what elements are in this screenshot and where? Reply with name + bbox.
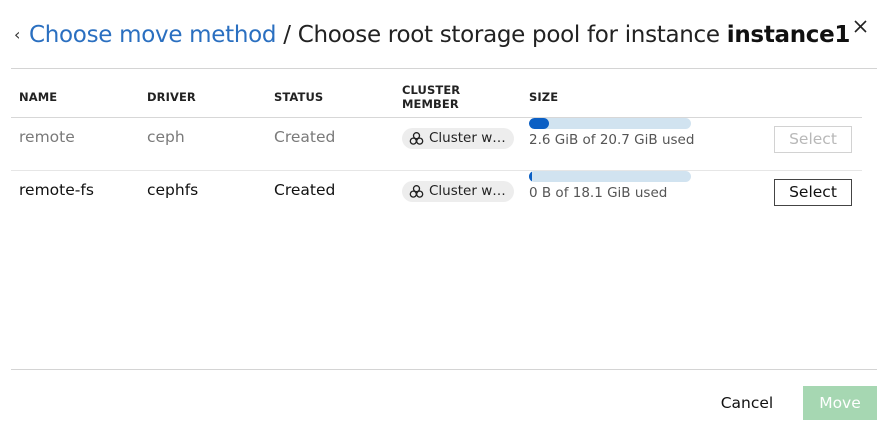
pool-status-cell: Created <box>266 117 394 171</box>
title-separator: / <box>283 22 291 48</box>
usage-meter <box>529 117 691 129</box>
size-text: 2.6 GiB of 20.7 GiB used <box>529 131 695 148</box>
cluster-member-cell: Cluster wide <box>394 170 521 223</box>
close-icon[interactable] <box>850 16 872 38</box>
move-button[interactable]: Move <box>803 386 877 420</box>
size-text: 0 B of 18.1 GiB used <box>529 184 668 201</box>
column-header-status: STATUS <box>266 78 394 118</box>
pool-size-cell: 2.6 GiB of 20.7 GiB used <box>521 117 766 171</box>
cluster-member-cell: Cluster wide <box>394 117 521 171</box>
usage-meter-fill <box>529 170 533 182</box>
storage-pool-table: NAME DRIVER STATUS CLUSTER MEMBER SIZE r… <box>11 78 862 223</box>
usage-meter <box>529 170 691 182</box>
pool-name-cell: remote <box>11 117 139 171</box>
pool-status-cell: Created <box>266 170 394 223</box>
usage-meter-fill <box>529 117 550 129</box>
column-header-cluster-member: CLUSTER MEMBER <box>394 78 521 118</box>
pool-size-cell: 0 B of 18.1 GiB used <box>521 170 766 223</box>
pool-name: remote-fs <box>19 180 94 199</box>
pool-driver-cell: ceph <box>139 117 266 171</box>
table-header-row: NAME DRIVER STATUS CLUSTER MEMBER SIZE <box>11 78 862 118</box>
column-header-driver: DRIVER <box>139 78 266 118</box>
dialog-header: ‹ Choose move method / Choose root stora… <box>12 18 877 54</box>
table-row: remote ceph Created Cluster wide 2.6 GiB <box>11 117 862 171</box>
title-text: Choose root storage pool for instance <box>297 22 720 48</box>
cluster-icon <box>409 131 424 145</box>
cancel-button[interactable]: Cancel <box>708 386 786 420</box>
select-button[interactable]: Select <box>774 178 852 206</box>
choose-move-method-link[interactable]: Choose move method <box>29 22 277 48</box>
column-header-actions <box>766 78 862 118</box>
pool-driver-cell: cephfs <box>139 170 266 223</box>
chevron-left-icon[interactable]: ‹ <box>14 26 26 44</box>
dialog-title: Choose move method / Choose root storage… <box>29 18 850 52</box>
select-button[interactable]: Select <box>774 125 852 153</box>
cluster-member-chip: Cluster wide <box>402 127 514 149</box>
cluster-icon <box>409 184 424 198</box>
pool-status: Created <box>274 180 336 199</box>
action-cell: Select <box>766 117 862 171</box>
pool-name-cell: remote-fs <box>11 170 139 223</box>
pool-driver: cephfs <box>147 180 199 199</box>
cluster-member-chip: Cluster wide <box>402 180 514 202</box>
pool-status: Created <box>274 127 336 146</box>
table-row: remote-fs cephfs Created Cluster wide 0 … <box>11 170 862 223</box>
cluster-member-label: Cluster wide <box>429 130 506 146</box>
column-header-name: NAME <box>11 78 139 118</box>
action-cell: Select <box>766 170 862 223</box>
cluster-member-label: Cluster wide <box>429 183 506 199</box>
footer-divider <box>11 369 877 370</box>
pool-name: remote <box>19 127 75 146</box>
instance-name: instance1 <box>726 22 851 48</box>
pool-driver: ceph <box>147 127 185 146</box>
column-header-size: SIZE <box>521 78 766 118</box>
header-divider <box>11 68 877 69</box>
